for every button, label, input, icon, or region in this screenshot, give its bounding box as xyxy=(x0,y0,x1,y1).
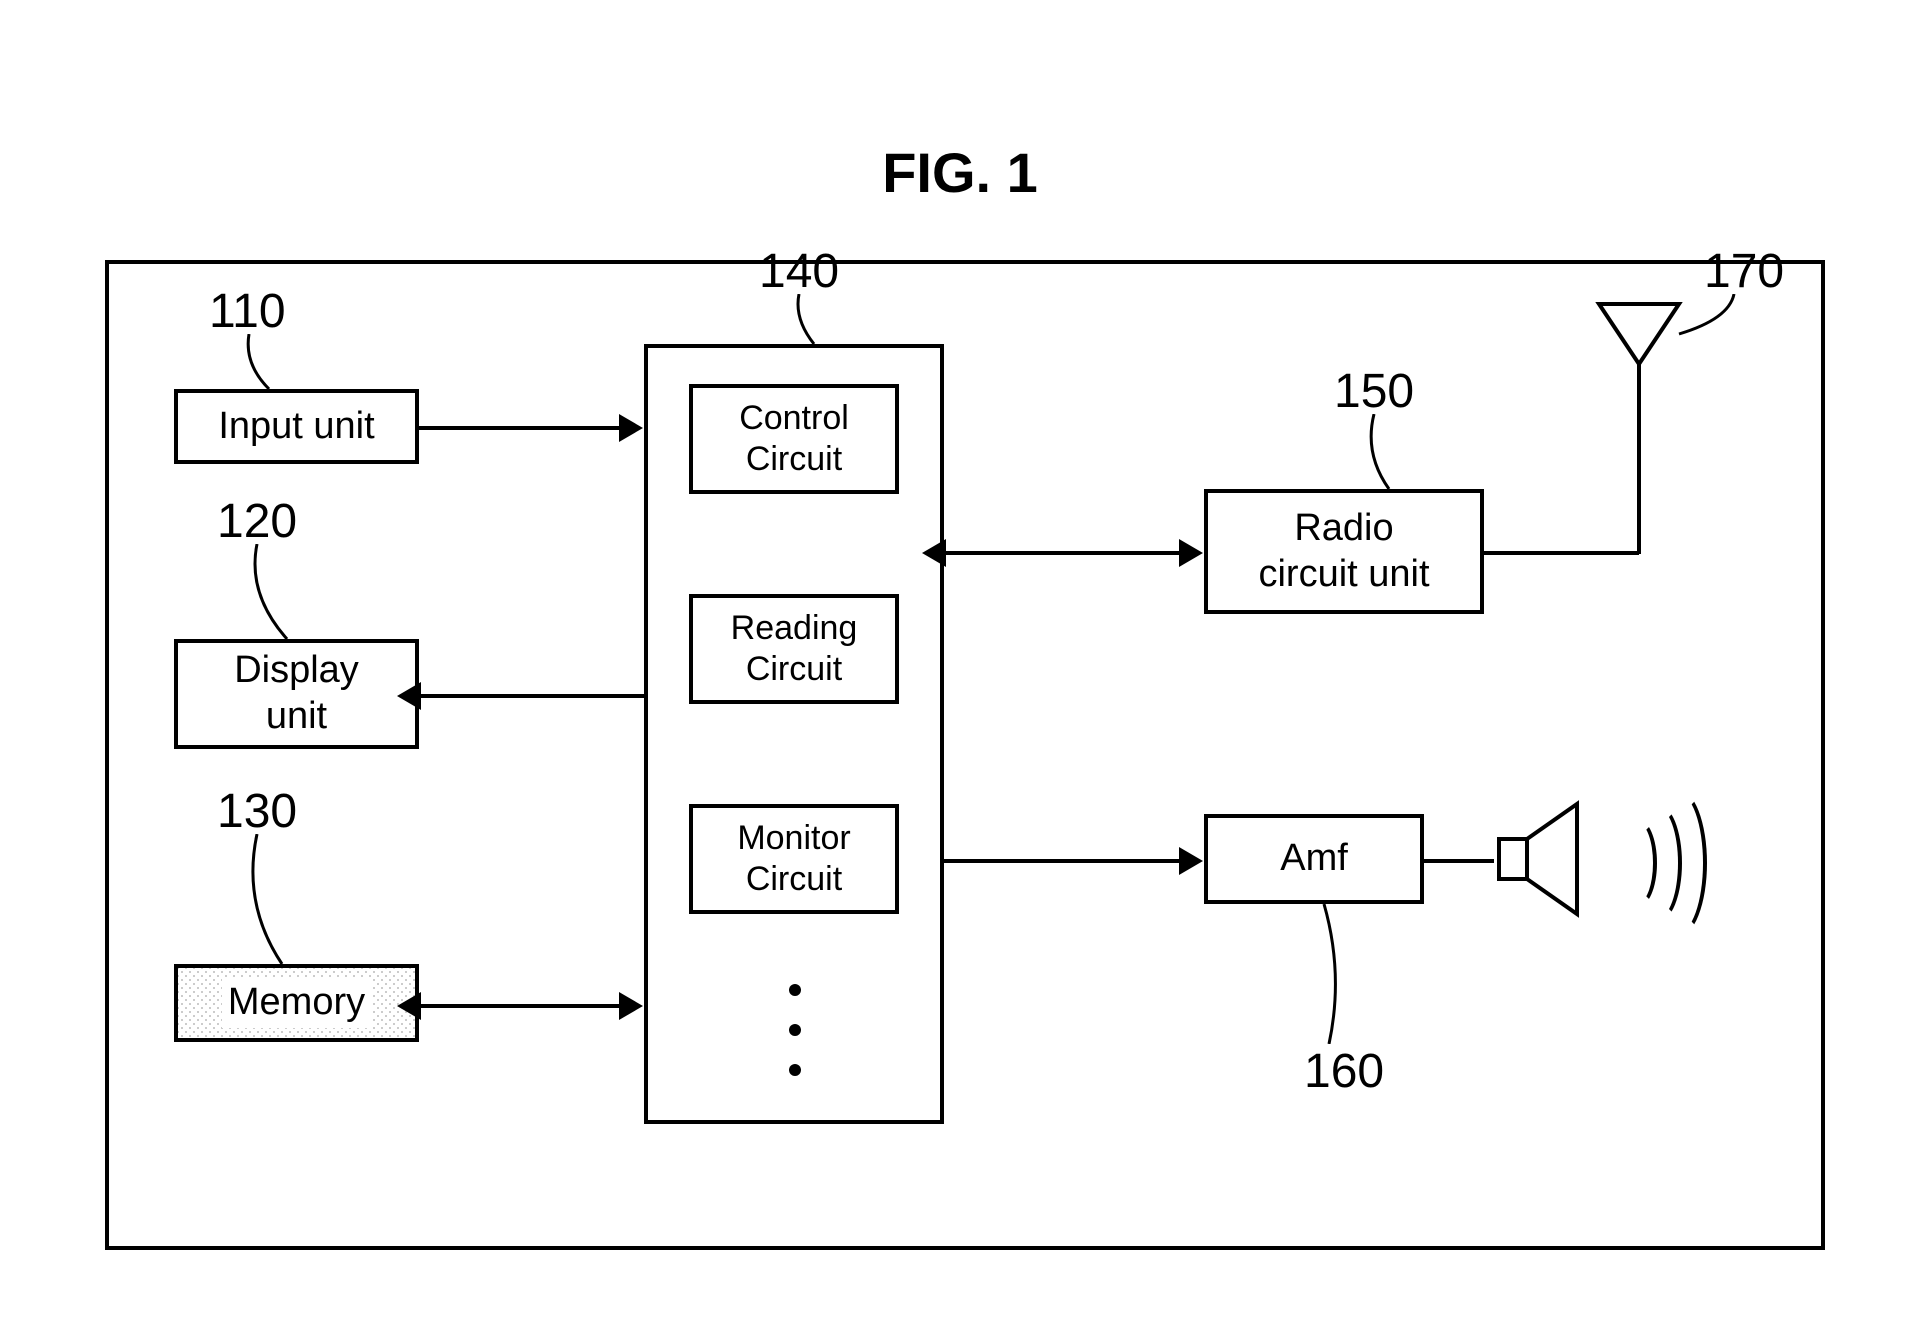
display-unit-label: Display unit xyxy=(234,648,359,739)
ref-150: 150 xyxy=(1334,364,1414,419)
wire-antenna-radio xyxy=(1484,551,1639,555)
conn-center-radio xyxy=(944,551,1181,555)
control-circuit-label: Control Circuit xyxy=(739,398,849,480)
amf-label: Amf xyxy=(1280,836,1348,882)
arrowhead xyxy=(1179,539,1203,567)
ref-170: 170 xyxy=(1704,244,1784,299)
fig-title: FIG. 1 xyxy=(0,140,1920,205)
reading-circuit-block: Reading Circuit xyxy=(689,594,899,704)
arrowhead xyxy=(397,992,421,1020)
leader-130 xyxy=(247,834,307,969)
display-unit-block: Display unit xyxy=(174,639,419,749)
radio-label: Radio circuit unit xyxy=(1258,506,1429,597)
ref-120: 120 xyxy=(217,494,297,549)
diagram-frame: Input unit Display unit Memory Control C… xyxy=(105,260,1825,1250)
conn-input-center xyxy=(419,426,619,430)
amf-block: Amf xyxy=(1204,814,1424,904)
memory-block: Memory xyxy=(174,964,419,1042)
conn-memory-center xyxy=(419,1004,619,1008)
reading-circuit-label: Reading Circuit xyxy=(731,608,858,690)
radio-block: Radio circuit unit xyxy=(1204,489,1484,614)
monitor-circuit-block: Monitor Circuit xyxy=(689,804,899,914)
memory-label: Memory xyxy=(222,978,371,1028)
ref-160: 160 xyxy=(1304,1044,1384,1099)
dot xyxy=(789,1064,801,1076)
conn-center-amf xyxy=(944,859,1181,863)
input-unit-label: Input unit xyxy=(218,404,374,450)
leader-120 xyxy=(247,544,307,644)
leader-150 xyxy=(1364,414,1404,494)
ref-140: 140 xyxy=(759,244,839,299)
control-circuit-block: Control Circuit xyxy=(689,384,899,494)
arrowhead xyxy=(619,992,643,1020)
conn-center-display xyxy=(419,694,644,698)
ref-110: 110 xyxy=(209,284,286,339)
arrowhead xyxy=(619,414,643,442)
conn-amf-speaker xyxy=(1424,859,1494,863)
dot xyxy=(789,1024,801,1036)
speaker-icon xyxy=(1489,789,1629,929)
monitor-circuit-label: Monitor Circuit xyxy=(737,818,850,900)
input-unit-block: Input unit xyxy=(174,389,419,464)
arrowhead xyxy=(922,539,946,567)
leader-140 xyxy=(789,294,829,349)
dot xyxy=(789,984,801,996)
leader-160 xyxy=(1319,904,1359,1044)
arrowhead xyxy=(1179,847,1203,875)
ref-130: 130 xyxy=(217,784,297,839)
arrowhead xyxy=(397,682,421,710)
sound-arc xyxy=(1649,789,1707,937)
leader-170 xyxy=(1674,294,1744,344)
leader-110 xyxy=(239,334,289,394)
